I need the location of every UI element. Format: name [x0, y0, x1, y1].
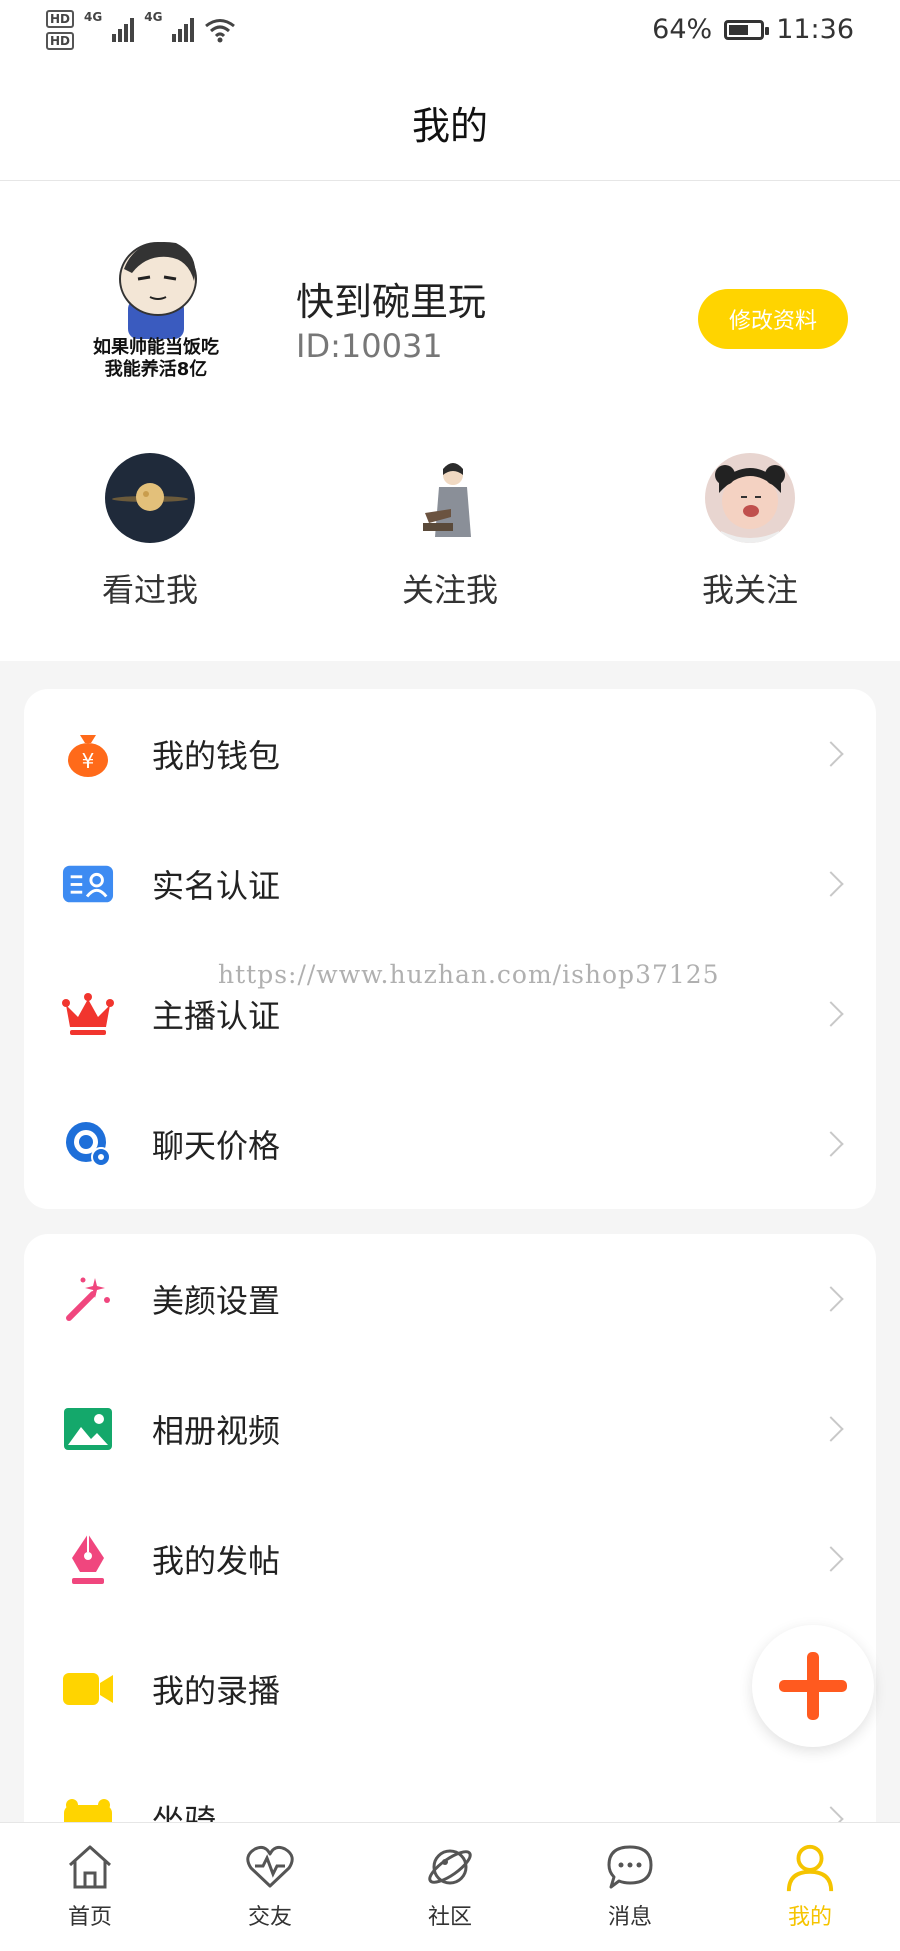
menu-item-label: 主播认证	[152, 997, 281, 1035]
planet-icon	[424, 1841, 476, 1893]
tab-messages[interactable]: 消息	[540, 1823, 720, 1951]
avatar-caption-1: 如果帅能当饭吃	[93, 336, 219, 358]
menu-item-beauty[interactable]: 美颜设置	[24, 1234, 876, 1364]
menu-item-chat-price[interactable]: 聊天价格	[24, 1079, 876, 1209]
following-thumbnail	[705, 453, 795, 543]
tab-community[interactable]: 社区	[360, 1823, 540, 1951]
chat-price-icon	[62, 1118, 114, 1170]
svg-text:¥: ¥	[82, 749, 95, 773]
user-id: ID:10031	[296, 327, 443, 365]
menu-card-1: ¥ 我的钱包 实名认证 主播认证 聊天价格	[24, 689, 876, 1209]
stats-row: 看过我 关注我 我关注	[0, 453, 900, 633]
edit-profile-button[interactable]: 修改资料	[698, 289, 848, 349]
chevron-right-icon	[818, 1546, 844, 1572]
page-title: 我的	[411, 103, 488, 148]
tab-label: 我的	[787, 1905, 832, 1930]
menu-item-posts[interactable]: 我的发帖	[24, 1494, 876, 1624]
menu-item-album[interactable]: 相册视频	[24, 1364, 876, 1494]
tab-label: 消息	[607, 1905, 652, 1930]
tab-friends[interactable]: 交友	[180, 1823, 360, 1951]
tab-mine[interactable]: 我的	[720, 1823, 900, 1951]
chevron-right-icon	[818, 1131, 844, 1157]
menu-card-2: 美颜设置 相册视频 我的发帖 我的录播 坐骑	[24, 1234, 876, 1884]
profile-section: 如果帅能当饭吃 我能养活8亿 快到碗里玩 ID:10031 修改资料 看过我 关…	[0, 181, 900, 661]
menu-item-label: 实名认证	[152, 867, 281, 905]
visitor-thumbnail	[105, 453, 195, 543]
menu-item-label: 聊天价格	[152, 1127, 281, 1165]
money-bag-icon: ¥	[62, 728, 114, 780]
battery-percent: 64%	[652, 14, 713, 45]
video-camera-icon	[62, 1663, 114, 1715]
menu-item-label: 相册视频	[152, 1412, 281, 1450]
follower-thumbnail	[405, 453, 495, 543]
tab-label: 交友	[247, 1905, 292, 1930]
avatar-caption-2: 我能养活8亿	[105, 358, 208, 380]
stat-label: 我关注	[701, 571, 798, 609]
username: 快到碗里玩	[296, 280, 487, 324]
menu-item-label: 我的发帖	[152, 1542, 281, 1580]
watermark: https://www.huzhan.com/ishop37125	[218, 960, 720, 989]
tab-label: 社区	[427, 1905, 472, 1930]
hd-badge-2: HD	[46, 32, 75, 50]
status-left: HD HD 4G 4G	[46, 10, 236, 50]
menu-item-label: 我的录播	[152, 1672, 281, 1710]
stat-label: 看过我	[101, 571, 198, 609]
magic-wand-icon	[62, 1273, 114, 1325]
network-label-1: 4G	[84, 10, 103, 24]
battery-icon	[724, 19, 770, 40]
battery-fill	[729, 24, 749, 35]
menu-item-real-name[interactable]: 实名认证	[24, 819, 876, 949]
chevron-right-icon	[818, 1001, 844, 1027]
menu-item-label: 美颜设置	[152, 1282, 281, 1320]
menu-item-label: 我的钱包	[152, 737, 281, 775]
avatar[interactable]: 如果帅能当饭吃 我能养活8亿	[76, 229, 236, 389]
network-label-2: 4G	[144, 10, 163, 24]
photo-album-icon	[62, 1403, 114, 1455]
stat-visitors[interactable]: 看过我	[0, 453, 300, 633]
floating-add-button[interactable]	[752, 1625, 874, 1747]
message-icon	[604, 1841, 656, 1893]
chevron-right-icon	[818, 1286, 844, 1312]
status-right: 64% 11:36	[652, 14, 854, 45]
tab-home[interactable]: 首页	[0, 1823, 180, 1951]
nav-bar: 我的	[0, 64, 900, 181]
clock: 11:36	[776, 14, 854, 45]
menu-item-wallet[interactable]: ¥ 我的钱包	[24, 689, 876, 819]
stat-label: 关注我	[401, 571, 498, 609]
heart-pulse-icon	[244, 1841, 296, 1893]
hd-badge-1: HD	[46, 10, 75, 28]
signal-icon-2	[172, 18, 195, 42]
plus-icon	[779, 1652, 847, 1720]
home-icon	[64, 1841, 116, 1893]
stat-followers[interactable]: 关注我	[300, 453, 600, 633]
stat-following[interactable]: 我关注	[600, 453, 900, 633]
user-icon	[784, 1841, 836, 1893]
crown-icon	[62, 988, 114, 1040]
wifi-icon	[205, 19, 236, 43]
menu-item-recordings[interactable]: 我的录播	[24, 1624, 876, 1754]
bottom-tab-bar: 首页 交友 社区 消息 我的	[0, 1822, 900, 1951]
signal-icon-1	[112, 18, 135, 42]
pen-icon	[62, 1533, 114, 1585]
chevron-right-icon	[818, 741, 844, 767]
status-bar: HD HD 4G 4G 64% 11:36	[0, 0, 900, 64]
avatar-image: 如果帅能当饭吃 我能养活8亿	[93, 242, 219, 380]
id-card-icon	[62, 858, 114, 910]
chevron-right-icon	[818, 871, 844, 897]
chevron-right-icon	[818, 1416, 844, 1442]
tab-label: 首页	[67, 1905, 112, 1930]
